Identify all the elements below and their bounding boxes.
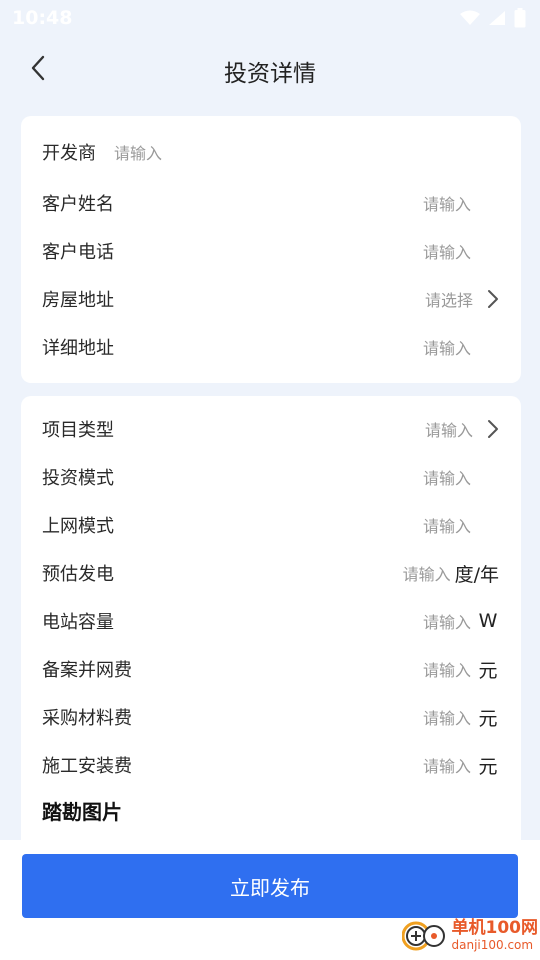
detail-address-input[interactable]: 请输入 [423, 335, 471, 359]
investment-mode-input[interactable]: 请输入 [423, 465, 471, 489]
footer-bar: 立即发布 单机100网 danji100.com [0, 840, 540, 960]
developer-row[interactable]: 开发商 请输入 [21, 132, 521, 172]
grid-mode-row[interactable]: 上网模式 请输入 [21, 505, 521, 545]
unit-label: W [478, 610, 498, 632]
survey-photos-title: 踏勘图片 [42, 800, 122, 824]
watermark-logo-icon [401, 918, 446, 952]
material-fee-label: 采购材料费 [42, 708, 132, 729]
installation-fee-input[interactable]: 请输入 [423, 753, 471, 777]
detail-address-row[interactable]: 详细地址 请输入 [21, 327, 521, 367]
customer-name-input[interactable]: 请输入 [423, 191, 471, 215]
material-fee-input[interactable]: 请输入 [423, 705, 471, 729]
station-capacity-label: 电站容量 [42, 612, 114, 633]
page-title: 投资详情 [224, 61, 316, 87]
status-icons [460, 8, 526, 28]
developer-label: 开发商 [42, 143, 96, 164]
station-capacity-input[interactable]: 请输入 [423, 609, 471, 633]
watermark-cn: 单机100网 [451, 917, 539, 938]
status-bar: 10:48 [0, 0, 540, 36]
customer-phone-row[interactable]: 客户电话 请输入 [21, 231, 521, 271]
status-time: 10:48 [12, 7, 73, 29]
filing-fee-row[interactable]: 备案并网费 请输入 元 [21, 649, 521, 689]
watermark-text: 单机100网 danji100.com [451, 917, 539, 952]
developer-input[interactable]: 请输入 [114, 140, 162, 164]
unit-label: 元 [478, 707, 498, 730]
nav-bar: 投资详情 [0, 36, 540, 102]
grid-mode-input[interactable]: 请输入 [423, 513, 471, 537]
battery-icon [514, 8, 526, 28]
customer-name-row[interactable]: 客户姓名 请输入 [21, 183, 521, 223]
detail-address-label: 详细地址 [42, 338, 114, 359]
publish-button[interactable]: 立即发布 [22, 854, 518, 918]
project-type-input[interactable]: 请输入 [425, 417, 473, 441]
customer-info-card: 开发商 请输入 客户姓名 请输入 客户电话 请输入 房屋地址 请选择 详细地址 … [21, 116, 521, 383]
customer-phone-label: 客户电话 [42, 242, 114, 263]
estimated-generation-row[interactable]: 预估发电 请输入 度/年 [21, 553, 521, 593]
house-address-select[interactable]: 请选择 [425, 287, 473, 311]
estimated-generation-input[interactable]: 请输入 [403, 561, 451, 585]
project-info-card: 项目类型 请输入 投资模式 请输入 上网模式 请输入 预估发电 请输入 度/年 … [21, 396, 521, 846]
filing-fee-input[interactable]: 请输入 [423, 657, 471, 681]
signal-icon [489, 11, 505, 25]
grid-mode-label: 上网模式 [42, 516, 114, 537]
estimated-generation-label: 预估发电 [42, 564, 114, 585]
chevron-right-icon [477, 419, 499, 439]
chevron-right-icon [477, 289, 499, 309]
filing-fee-label: 备案并网费 [42, 660, 132, 681]
watermark-en: danji100.com [451, 937, 534, 952]
installation-fee-label: 施工安装费 [42, 756, 132, 777]
investment-mode-label: 投资模式 [42, 468, 114, 489]
wifi-icon [460, 10, 480, 25]
house-address-row[interactable]: 房屋地址 请选择 [21, 279, 521, 319]
investment-mode-row[interactable]: 投资模式 请输入 [21, 457, 521, 497]
watermark: 单机100网 danji100.com [401, 917, 539, 952]
customer-name-label: 客户姓名 [42, 194, 114, 215]
project-type-label: 项目类型 [42, 420, 114, 441]
customer-phone-input[interactable]: 请输入 [423, 239, 471, 263]
installation-fee-row[interactable]: 施工安装费 请输入 元 [21, 745, 521, 785]
unit-label: 元 [478, 659, 498, 682]
unit-label: 元 [478, 755, 498, 778]
project-type-row[interactable]: 项目类型 请输入 [21, 409, 521, 449]
unit-label: 度/年 [454, 563, 499, 586]
station-capacity-row[interactable]: 电站容量 请输入 W [21, 601, 521, 641]
material-fee-row[interactable]: 采购材料费 请输入 元 [21, 697, 521, 737]
house-address-label: 房屋地址 [42, 290, 114, 311]
